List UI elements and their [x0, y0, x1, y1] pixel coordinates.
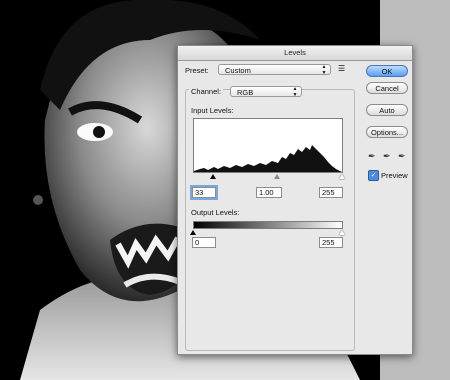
preset-select[interactable]: Custom ▲ ▼: [218, 64, 331, 75]
preset-label: Preset:: [185, 66, 209, 75]
preset-value: Custom: [225, 66, 251, 75]
preview-checkbox[interactable]: ✓: [368, 170, 379, 181]
output-white-field[interactable]: 255: [319, 237, 343, 248]
updown-arrows-icon: ▲ ▼: [292, 86, 298, 98]
output-gradient: [193, 221, 343, 229]
preview-label: Preview: [381, 171, 408, 180]
gray-eyedropper-icon[interactable]: ✒: [383, 151, 391, 162]
channel-label: Channel:: [189, 87, 224, 96]
histogram: [193, 118, 343, 173]
dialog-title: Levels: [178, 46, 412, 61]
ok-button[interactable]: OK: [366, 65, 408, 77]
histogram-graph: [194, 145, 342, 172]
output-black-slider[interactable]: [190, 230, 196, 235]
options-button[interactable]: Options...: [366, 126, 408, 138]
input-black-slider[interactable]: [210, 174, 216, 179]
input-white-field[interactable]: 255: [319, 187, 343, 198]
input-gamma-field[interactable]: 1.00: [256, 187, 282, 198]
input-levels-label: Input Levels:: [191, 106, 234, 115]
levels-dialog: Levels Preset: Custom ▲ ▼ ☰ OK Cancel Aut…: [177, 45, 413, 355]
auto-button[interactable]: Auto: [366, 104, 408, 116]
updown-arrows-icon: ▲ ▼: [321, 64, 327, 76]
output-levels-label: Output Levels:: [191, 208, 240, 217]
input-gamma-slider[interactable]: [274, 174, 280, 179]
input-white-slider[interactable]: [339, 174, 345, 179]
white-eyedropper-icon[interactable]: ✒: [398, 151, 406, 162]
checkmark-icon: ✓: [370, 172, 377, 179]
output-black-field[interactable]: 0: [192, 237, 216, 248]
black-eyedropper-icon[interactable]: ✒: [368, 151, 376, 162]
channel-value: RGB: [237, 88, 254, 97]
preset-options-icon[interactable]: ☰: [338, 64, 345, 73]
cancel-button[interactable]: Cancel: [366, 82, 408, 94]
output-white-slider[interactable]: [339, 230, 345, 235]
input-black-field[interactable]: 33: [190, 185, 218, 200]
channel-select[interactable]: RGB ▲ ▼: [230, 86, 302, 97]
